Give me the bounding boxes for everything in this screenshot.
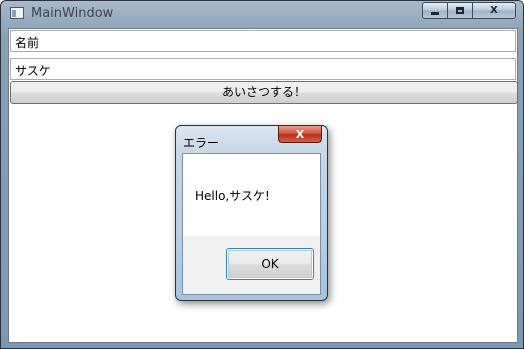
name-input[interactable]: サスケ [10, 58, 516, 80]
dialog-footer: OK [183, 236, 320, 294]
window-title: MainWindow [31, 6, 114, 21]
maximize-icon [456, 7, 464, 14]
close-button[interactable]: X [473, 2, 516, 19]
dialog-title: エラー [183, 136, 220, 150]
dialog-body: Hello,サスケ! OK [182, 153, 321, 295]
dialog-message: Hello,サスケ! [195, 189, 270, 203]
ok-button[interactable]: OK [226, 248, 314, 280]
caption-buttons: X [422, 2, 516, 20]
greet-button[interactable]: あいさつする！ [10, 81, 518, 104]
window-icon[interactable] [10, 7, 24, 19]
name-label-field[interactable]: 名前 [10, 30, 516, 52]
close-icon: X [490, 5, 498, 16]
minimize-button[interactable] [422, 2, 448, 19]
title-bar[interactable]: MainWindow X [1, 1, 523, 27]
maximize-button[interactable] [448, 2, 473, 19]
message-dialog: エラー X Hello,サスケ! OK [175, 125, 328, 301]
dialog-close-button[interactable]: X [278, 126, 322, 143]
close-icon: X [295, 127, 305, 141]
minimize-icon [431, 12, 439, 15]
